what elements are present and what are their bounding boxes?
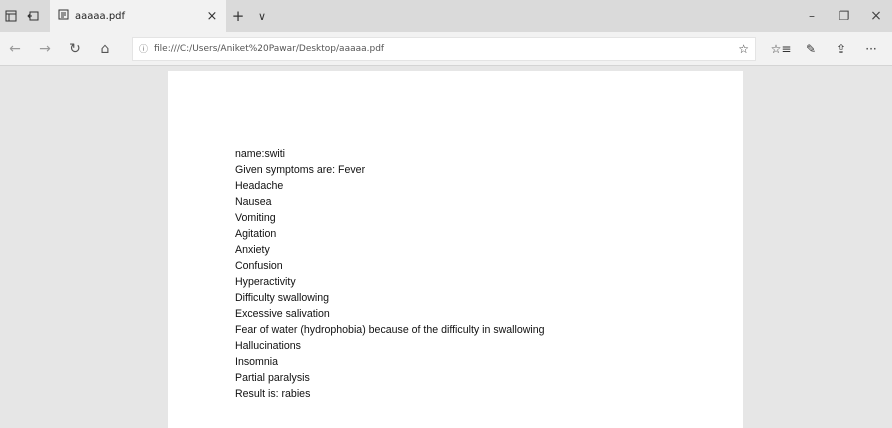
text-line: name:switi <box>235 148 286 160</box>
set-aside-tabs-icon[interactable] <box>22 0 44 32</box>
restore-button[interactable]: ❐ <box>828 0 860 32</box>
text-line: Difficulty swallowing <box>235 292 330 304</box>
address-bar[interactable]: ⓘ file:///C:/Users/Aniket%20Pawar/Deskto… <box>132 36 756 61</box>
tab-title: aaaaa.pdf <box>75 10 126 22</box>
text-line: Partial paralysis <box>235 372 310 384</box>
url-text[interactable]: file:///C:/Users/Aniket%20Pawar/Desktop/… <box>154 44 738 54</box>
home-button[interactable]: ⌂ <box>90 34 120 64</box>
text-line: Confusion <box>235 260 283 272</box>
text-line: Insomnia <box>235 356 278 368</box>
text-line: Anxiety <box>235 244 270 256</box>
tab-strip: aaaaa.pdf × + ∨ – ❐ × <box>0 0 892 32</box>
pdf-viewer[interactable]: name:switi Given symptoms are: Fever Hea… <box>0 67 892 428</box>
text-line: Headache <box>235 180 284 192</box>
tab-preview-chevron-icon[interactable]: ∨ <box>250 0 274 32</box>
new-tab-button[interactable]: + <box>226 0 250 32</box>
tab-close-icon[interactable]: × <box>204 9 220 24</box>
more-options-icon[interactable]: ··· <box>856 42 886 56</box>
refresh-button[interactable]: ↻ <box>60 34 90 64</box>
text-line: Fear of water (hydrophobia) because of t… <box>235 324 545 336</box>
navigation-bar: ← → ↻ ⌂ ⓘ file:///C:/Users/Aniket%20Pawa… <box>0 32 892 66</box>
tabs-aside-icon[interactable] <box>0 0 22 32</box>
tab-aaaaa-pdf[interactable]: aaaaa.pdf × <box>50 0 226 32</box>
pdf-page: name:switi Given symptoms are: Fever Hea… <box>168 71 743 428</box>
text-line: Nausea <box>235 196 272 208</box>
document-text: name:switi Given symptoms are: Fever Hea… <box>235 146 545 402</box>
forward-button[interactable]: → <box>30 34 60 64</box>
back-button[interactable]: ← <box>0 34 30 64</box>
text-line: Hallucinations <box>235 340 301 352</box>
info-icon[interactable]: ⓘ <box>139 42 148 55</box>
pdf-file-icon <box>58 9 69 23</box>
notes-pen-icon[interactable]: ✎ <box>796 42 826 56</box>
browser-window: aaaaa.pdf × + ∨ – ❐ × ← → ↻ ⌂ ⓘ file:///… <box>0 0 892 428</box>
favorites-bar-icon[interactable]: ☆≡ <box>766 42 796 56</box>
close-window-button[interactable]: × <box>860 0 892 32</box>
text-line: Given symptoms are: Fever <box>235 164 366 176</box>
text-line: Vomiting <box>235 212 276 224</box>
text-line: Result is: rabies <box>235 388 311 400</box>
minimize-button[interactable]: – <box>796 0 828 32</box>
text-line: Hyperactivity <box>235 276 296 288</box>
share-icon[interactable]: ⇪ <box>826 42 856 56</box>
toolbar-actions: ☆≡ ✎ ⇪ ··· <box>766 42 886 56</box>
favorite-star-icon[interactable]: ☆ <box>738 42 749 56</box>
text-line: Excessive salivation <box>235 308 330 320</box>
text-line: Agitation <box>235 228 277 240</box>
